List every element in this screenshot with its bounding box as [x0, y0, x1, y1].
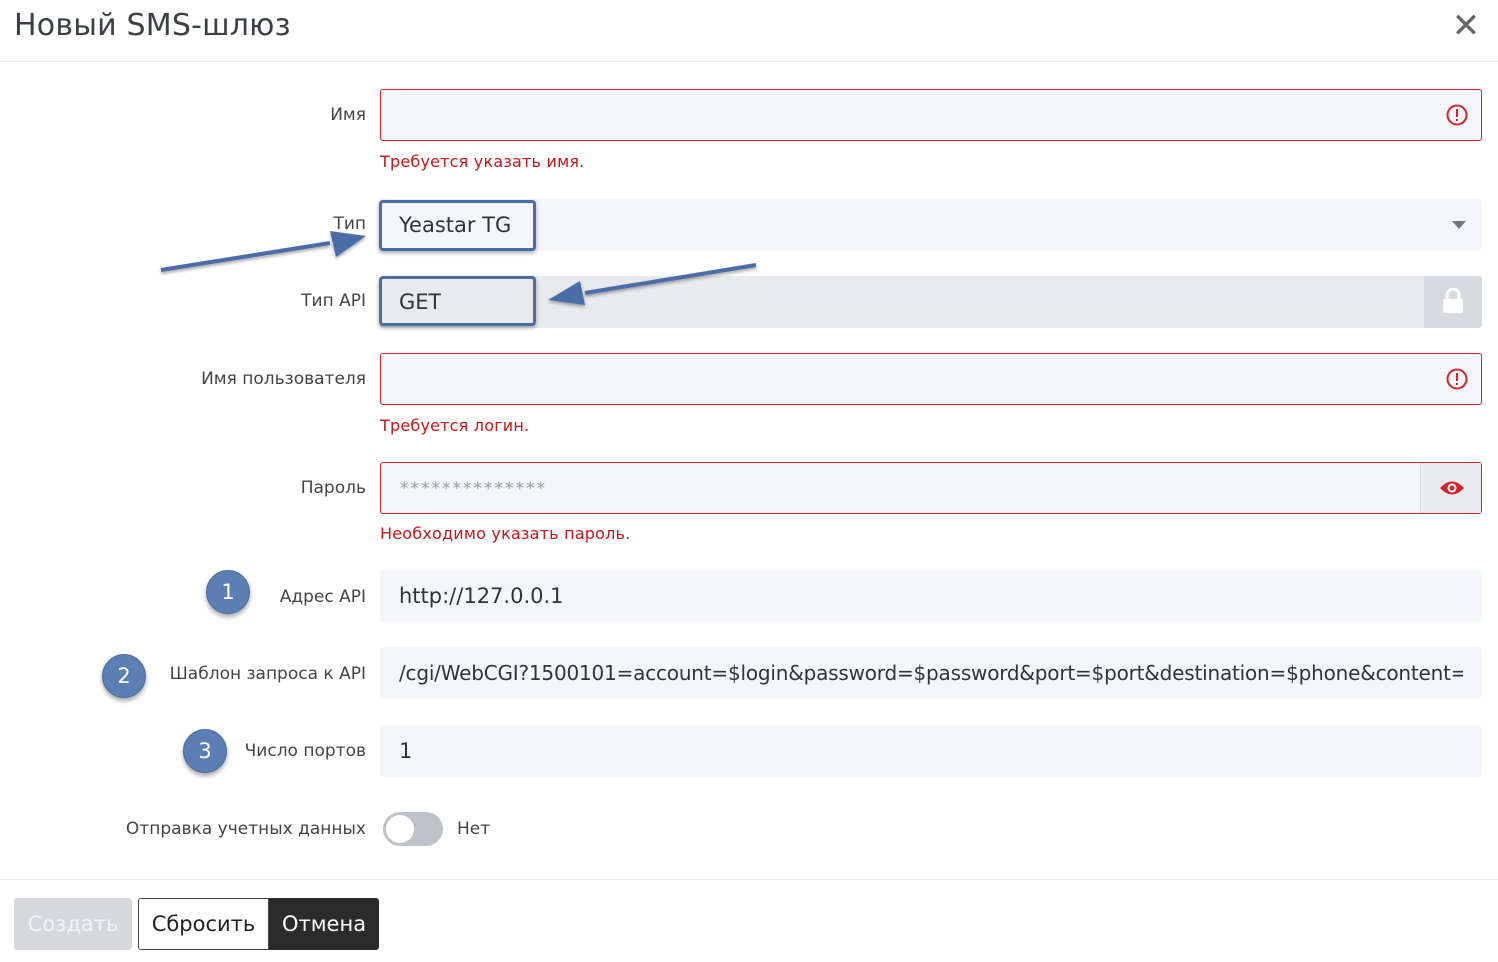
send-credentials-label: Отправка учетных данных — [125, 819, 366, 839]
api-address-label: Адрес API — [279, 587, 366, 607]
chevron-down-icon — [1452, 221, 1466, 229]
api-type-highlight-box — [379, 276, 536, 326]
username-input[interactable] — [380, 353, 1482, 405]
reset-button[interactable]: Сбросить — [138, 898, 269, 950]
username-label: Имя пользователя — [201, 369, 366, 389]
api-type-field: GET — [380, 276, 1482, 328]
lock-button — [1424, 276, 1482, 328]
password-placeholder: ************** — [400, 479, 547, 499]
error-icon — [1446, 104, 1468, 126]
password-error: Необходимо указать пароль. — [380, 524, 631, 543]
send-credentials-toggle[interactable] — [383, 812, 443, 846]
create-button[interactable]: Создать — [14, 898, 132, 950]
show-password-button[interactable] — [1420, 463, 1481, 513]
name-error: Требуется указать имя. — [380, 152, 585, 171]
password-label: Пароль — [300, 478, 366, 498]
api-address-input[interactable]: http://127.0.0.1 — [380, 570, 1482, 622]
arrow-to-type — [160, 231, 366, 272]
step-badge-2: 2 — [102, 654, 146, 698]
dialog-header: Новый SMS-шлюз ✕ — [0, 0, 1498, 62]
name-input[interactable] — [380, 89, 1482, 141]
type-select[interactable]: Yeastar TG — [380, 199, 1482, 251]
footer-divider — [0, 879, 1498, 880]
lock-icon — [1443, 288, 1463, 313]
username-error: Требуется логин. — [380, 416, 530, 435]
ports-input[interactable]: 1 — [380, 725, 1482, 777]
password-input[interactable]: ************** — [380, 462, 1482, 514]
ports-label: Число портов — [244, 741, 366, 761]
eye-icon — [1440, 481, 1464, 495]
close-icon[interactable]: ✕ — [1450, 8, 1482, 44]
api-template-input[interactable]: /cgi/WebCGI?1500101=account=$login&passw… — [380, 647, 1482, 699]
send-credentials-state: Нет — [457, 819, 491, 839]
type-highlight-box — [379, 200, 536, 251]
type-label: Тип — [333, 214, 366, 234]
error-icon — [1446, 368, 1468, 390]
toggle-knob — [386, 815, 414, 843]
ports-value: 1 — [399, 739, 413, 763]
cancel-button[interactable]: Отмена — [269, 898, 379, 950]
api-template-label: Шаблон запроса к API — [169, 664, 366, 684]
api-type-label: Тип API — [301, 291, 366, 311]
step-badge-1: 1 — [206, 570, 250, 614]
dialog-title: Новый SMS-шлюз — [14, 8, 291, 43]
api-template-value: /cgi/WebCGI?1500101=account=$login&passw… — [399, 661, 1463, 685]
api-address-value: http://127.0.0.1 — [399, 584, 564, 608]
step-badge-3: 3 — [183, 729, 227, 773]
name-label: Имя — [330, 105, 366, 125]
